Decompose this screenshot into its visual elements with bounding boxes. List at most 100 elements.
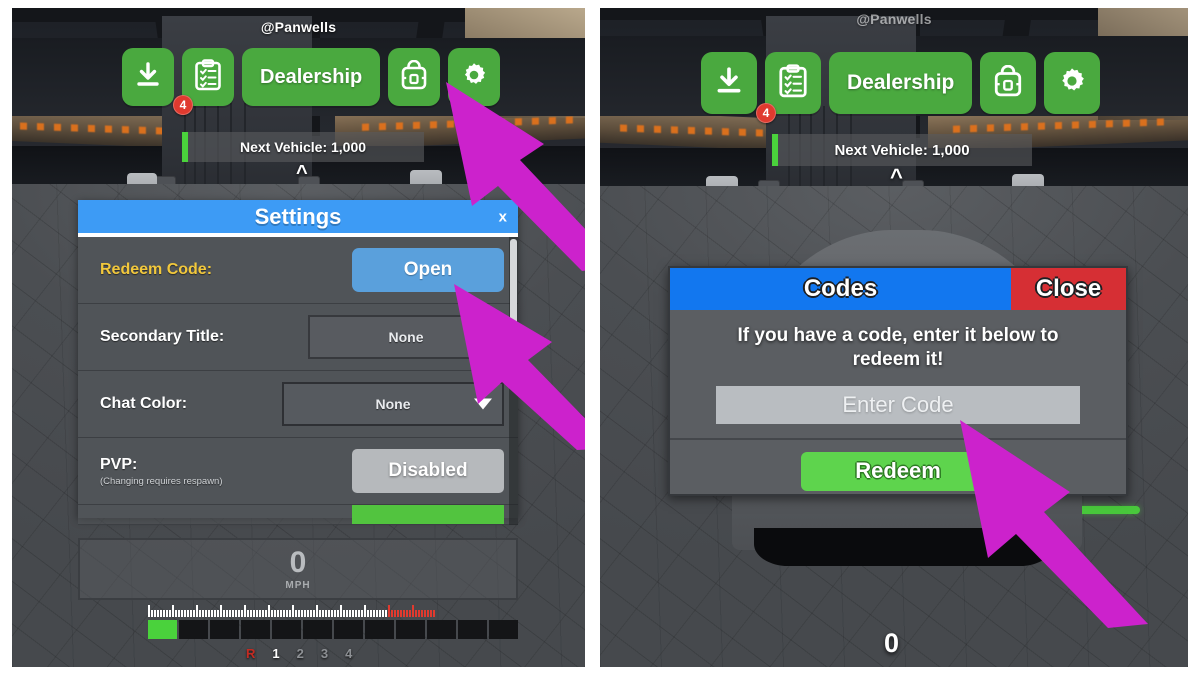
rpm-tick: [181, 610, 183, 617]
rpm-tick: [373, 610, 375, 617]
codes-dialog-header: Codes Close: [670, 268, 1126, 310]
settings-dialog-title: Settings: [254, 203, 342, 229]
rpm-tick: [403, 610, 405, 617]
gear-cell: [427, 620, 456, 639]
gear-cell: [303, 620, 332, 639]
rpm-tick: [256, 610, 258, 617]
rpm-tick: [418, 610, 420, 617]
clipboard-checklist-icon: [778, 63, 808, 103]
right-screenshot-panel: @Panwells 4 Dealership Next Vehicle: 1,0…: [600, 8, 1188, 667]
gear-icon: [1057, 66, 1087, 101]
rpm-tick: [184, 610, 186, 617]
rpm-tick: [382, 610, 384, 617]
pvp-toggle-button[interactable]: Disabled: [352, 449, 504, 493]
secondary-title-label: Secondary Title:: [100, 328, 225, 345]
rpm-tick: [208, 610, 210, 617]
rpm-tick: [415, 610, 417, 617]
partial-green-button[interactable]: [352, 505, 504, 524]
rpm-tick: [274, 610, 276, 617]
rpm-tick: [253, 610, 255, 617]
rpm-tick: [151, 610, 153, 617]
rpm-tick: [430, 610, 432, 617]
rpm-tick: [229, 610, 231, 617]
backpack-icon: [993, 64, 1023, 102]
quests-button[interactable]: 4: [173, 48, 234, 115]
arrow-to-settings-gear: [432, 66, 585, 271]
rpm-tick: [364, 605, 366, 617]
gear-cell: [272, 620, 301, 639]
rpm-tick: [388, 605, 390, 617]
rpm-tick: [301, 610, 303, 617]
gear-label-2: 2: [296, 646, 304, 661]
gear-cell: [334, 620, 363, 639]
rpm-tick: [226, 610, 228, 617]
rpm-tick: [241, 610, 243, 617]
rpm-tick: [199, 610, 201, 617]
rpm-tick: [163, 610, 165, 617]
rpm-tick: [391, 610, 393, 617]
gear-cell: [179, 620, 208, 639]
left-screenshot-panel: @Panwells 4 Dealership Next Vehicle: 1,0…: [12, 8, 585, 667]
rpm-tick: [223, 610, 225, 617]
quests-badge: 4: [756, 103, 776, 123]
rpm-tick: [196, 605, 198, 617]
dealership-button[interactable]: Dealership: [242, 48, 381, 106]
rpm-tick: [331, 610, 333, 617]
gear-cell: [489, 620, 518, 639]
rpm-tick: [166, 610, 168, 617]
rpm-tick: [295, 610, 297, 617]
rpm-tick: [289, 610, 291, 617]
rpm-tick: [343, 610, 345, 617]
rpm-tick: [361, 610, 363, 617]
arrow-to-open-button: [442, 270, 585, 450]
rpm-tick: [316, 605, 318, 617]
rpm-tick: [280, 610, 282, 617]
pvp-sublabel: (Changing requires respawn): [100, 475, 223, 487]
rpm-tick: [346, 610, 348, 617]
next-vehicle-label: Next Vehicle: 1,000: [239, 139, 367, 155]
dealership-button[interactable]: Dealership: [829, 52, 973, 114]
speed-value: 0: [289, 545, 307, 579]
next-vehicle-label: Next Vehicle: 1,000: [834, 141, 970, 159]
speedometer-panel: 0 MPH: [78, 538, 518, 600]
rpm-tick: [178, 610, 180, 617]
gear-cell: [241, 620, 270, 639]
gear-cell: [396, 620, 425, 639]
rpm-tick: [310, 610, 312, 617]
rpm-tick: [370, 610, 372, 617]
codes-close-button[interactable]: Close: [1011, 268, 1126, 310]
rpm-tick: [424, 610, 426, 617]
rpm-tick: [232, 610, 234, 617]
rpm-tick: [427, 610, 429, 617]
expand-hud-chevron[interactable]: ^: [890, 164, 903, 190]
rpm-tick: [244, 605, 246, 617]
rpm-tick: [433, 610, 435, 617]
quests-badge: 4: [173, 95, 193, 115]
rpm-tick: [319, 610, 321, 617]
rpm-tick: [325, 610, 327, 617]
rpm-tick: [265, 610, 267, 617]
chat-color-value: None: [375, 396, 411, 412]
codes-instructions: If you have a code, enter it below to re…: [737, 325, 1059, 370]
rpm-tick: [238, 610, 240, 617]
rpm-tick: [340, 605, 342, 617]
rpm-tick: [298, 610, 300, 617]
rpm-tick: [337, 610, 339, 617]
rpm-tick: [259, 610, 261, 617]
download-button[interactable]: [122, 48, 174, 106]
gear-cell: [210, 620, 239, 639]
rpm-tick: [205, 610, 207, 617]
gear-label-1: 1: [272, 646, 280, 661]
rpm-tick: [421, 610, 423, 617]
expand-hud-chevron[interactable]: ^: [296, 162, 308, 185]
download-button[interactable]: [701, 52, 757, 114]
next-vehicle-progress: Next Vehicle: 1,000: [772, 134, 1032, 166]
username-label: @Panwells: [856, 11, 932, 27]
clipboard-checklist-icon: [194, 58, 222, 96]
next-vehicle-progress: Next Vehicle: 1,000: [182, 132, 424, 162]
inventory-button[interactable]: [980, 52, 1037, 114]
settings-button[interactable]: [1044, 52, 1101, 114]
rpm-tick: [352, 610, 354, 617]
quests-button[interactable]: 4: [756, 52, 821, 123]
pvp-label: PVP: (Changing requires respawn): [100, 456, 223, 487]
